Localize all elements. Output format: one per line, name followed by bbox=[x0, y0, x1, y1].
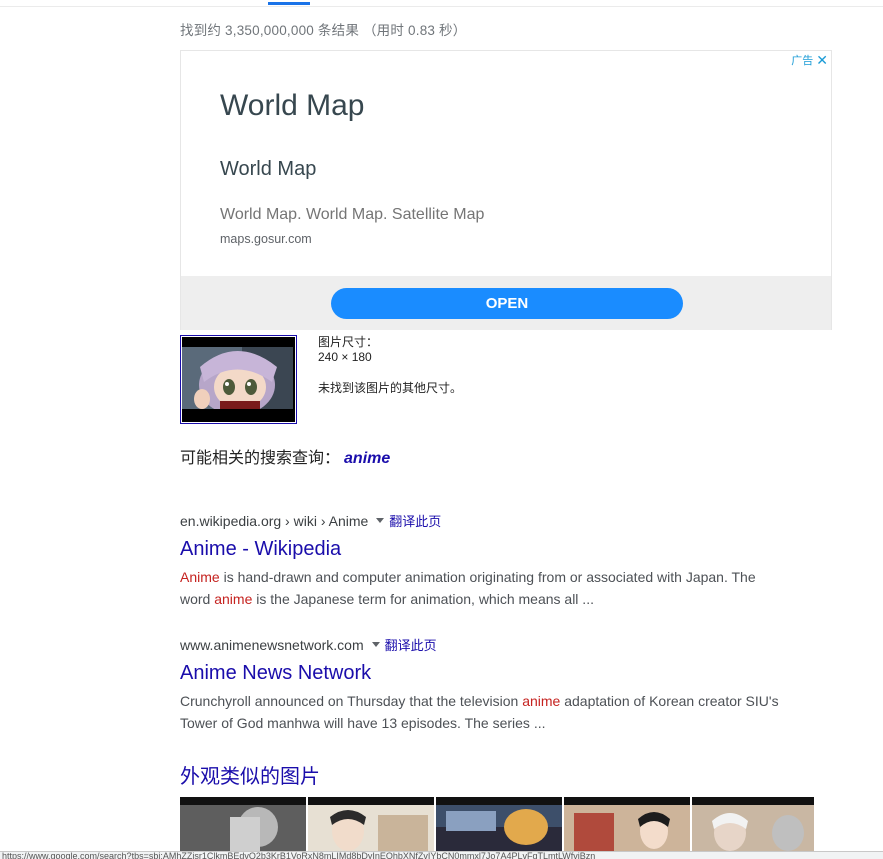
ad-choices-badge[interactable]: 广告 ✕ bbox=[791, 52, 828, 68]
similar-image-graphic bbox=[564, 797, 690, 853]
ad-open-button[interactable]: OPEN bbox=[331, 288, 683, 319]
result-stats: 找到约 3,350,000,000 条结果 （用时 0.83 秒） bbox=[180, 23, 467, 38]
snippet-em: anime bbox=[522, 693, 561, 709]
result-snippet: Crunchyroll announced on Thursday that t… bbox=[180, 690, 780, 734]
snippet-text: is the Japanese term for animation, whic… bbox=[252, 591, 594, 607]
ad-footer: OPEN bbox=[181, 276, 831, 330]
translate-link[interactable]: 翻译此页 bbox=[389, 511, 441, 530]
ad-domain[interactable]: maps.gosur.com bbox=[220, 232, 312, 246]
active-tab-indicator bbox=[268, 2, 310, 5]
image-size-value: 240 × 180 bbox=[318, 350, 372, 364]
best-guess-query: 可能相关的搜索查询： anime bbox=[180, 444, 390, 468]
anime-thumbnail-image bbox=[182, 337, 295, 422]
similar-image-graphic bbox=[692, 797, 814, 853]
image-info: 图片尺寸： 240 × 180 未找到该图片的其他尺寸。 bbox=[318, 335, 462, 396]
result-cite: www.animenewsnetwork.com 翻译此页 bbox=[180, 635, 780, 654]
close-icon[interactable]: ✕ bbox=[816, 53, 828, 67]
chevron-down-icon[interactable] bbox=[371, 642, 380, 647]
similar-image-graphic bbox=[436, 797, 562, 853]
result-cite: en.wikipedia.org › wiki › Anime 翻译此页 bbox=[180, 511, 780, 530]
ad-label: 广告 bbox=[791, 55, 814, 67]
no-other-sizes-text: 未找到该图片的其他尺寸。 bbox=[318, 381, 463, 395]
chevron-down-icon[interactable] bbox=[376, 518, 385, 523]
similar-image[interactable] bbox=[692, 797, 814, 853]
ad-subheadline[interactable]: World Map bbox=[220, 158, 316, 181]
similar-image[interactable] bbox=[180, 797, 306, 853]
image-size-label: 图片尺寸： bbox=[318, 335, 379, 349]
result-snippet: Anime is hand-drawn and computer animati… bbox=[180, 566, 780, 610]
query-image-thumbnail[interactable] bbox=[180, 335, 297, 424]
similar-image[interactable] bbox=[436, 797, 562, 853]
ad-card[interactable]: 广告 ✕ World Map World Map World Map. Worl… bbox=[180, 50, 832, 330]
search-result: www.animenewsnetwork.com 翻译此页 Anime News… bbox=[180, 635, 780, 734]
similar-image[interactable] bbox=[564, 797, 690, 853]
result-url[interactable]: en.wikipedia.org › wiki › Anime bbox=[180, 513, 368, 529]
snippet-em: anime bbox=[214, 591, 253, 607]
ad-headline[interactable]: World Map bbox=[220, 89, 365, 123]
result-title[interactable]: Anime News Network bbox=[180, 661, 780, 685]
similar-image-graphic bbox=[180, 797, 306, 853]
best-guess-link[interactable]: anime bbox=[344, 450, 390, 467]
tab-bar bbox=[0, 0, 883, 7]
search-result: en.wikipedia.org › wiki › Anime 翻译此页 Ani… bbox=[180, 511, 780, 610]
snippet-em: Anime bbox=[180, 569, 220, 585]
ad-description: World Map. World Map. Satellite Map bbox=[220, 206, 485, 223]
similar-images-heading[interactable]: 外观类似的图片 bbox=[180, 760, 320, 789]
result-title[interactable]: Anime - Wikipedia bbox=[180, 537, 780, 561]
similar-images-strip bbox=[180, 797, 814, 853]
result-url[interactable]: www.animenewsnetwork.com bbox=[180, 637, 364, 653]
anime-character-illustration bbox=[182, 337, 293, 420]
translate-link[interactable]: 翻译此页 bbox=[385, 635, 437, 654]
snippet-text: Crunchyroll announced on Thursday that t… bbox=[180, 693, 523, 709]
similar-image[interactable] bbox=[308, 797, 434, 853]
similar-image-graphic bbox=[308, 797, 434, 853]
best-guess-label: 可能相关的搜索查询： bbox=[180, 450, 341, 467]
status-bar: https://www.google.com/search?tbs=sbi:AM… bbox=[0, 851, 883, 859]
